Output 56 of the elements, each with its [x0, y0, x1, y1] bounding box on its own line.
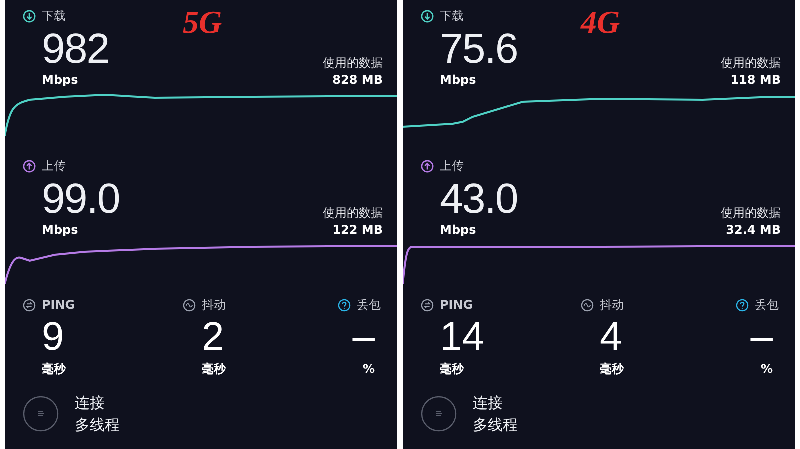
data-used-label: 使用的数据 — [323, 55, 383, 72]
metric-value: 14 — [439, 314, 486, 360]
speed-unit: Mbps — [440, 72, 478, 88]
metric-label: 丢包 — [755, 296, 779, 314]
data-used-value: 32.4 MB — [726, 222, 781, 238]
connection-value: 多线程 — [473, 415, 518, 436]
metric-label: 丢包 — [357, 296, 381, 314]
download-icon — [23, 10, 36, 22]
speed-unit: Mbps — [42, 222, 80, 238]
metric-unit: 毫秒 — [599, 361, 626, 378]
ping-icon — [421, 298, 434, 312]
upload-icon — [421, 160, 434, 172]
data-used-label: 使用的数据 — [721, 205, 781, 222]
speed-value: 43.0 — [440, 176, 518, 222]
wave-icon — [183, 298, 196, 312]
metric-unit: % — [760, 361, 774, 378]
metric-value: 9 — [41, 314, 66, 360]
section-label: 下载 — [440, 8, 464, 24]
help-icon — [736, 298, 749, 312]
network-label: 5G — [183, 6, 222, 38]
metric-unit: % — [362, 361, 376, 378]
speed-value: 99.0 — [42, 176, 120, 222]
connection-label: 连接 — [75, 393, 106, 414]
speed-unit: Mbps — [440, 222, 478, 238]
connection-value: 多线程 — [75, 415, 120, 436]
upload-icon — [23, 160, 36, 172]
network-label: 4G — [581, 6, 620, 38]
metric-unit: 毫秒 — [439, 361, 466, 378]
help-icon — [338, 298, 351, 312]
metric-label: 抖动 — [600, 296, 624, 314]
metric-value: – — [352, 314, 376, 360]
connection-icon[interactable] — [421, 396, 457, 432]
connection-icon[interactable] — [23, 396, 59, 432]
data-used-label: 使用的数据 — [323, 205, 383, 222]
download-icon — [421, 10, 434, 22]
data-used-value: 118 MB — [730, 72, 781, 88]
speed-value: 982 — [42, 26, 110, 72]
metric-label: PING — [42, 298, 76, 312]
section-label: 下载 — [42, 8, 66, 24]
metric-value: 2 — [201, 314, 226, 360]
section-label: 上传 — [440, 158, 464, 174]
section-label: 上传 — [42, 158, 66, 174]
speed-value: 75.6 — [440, 26, 518, 72]
wave-icon — [581, 298, 594, 312]
metric-value: – — [750, 314, 774, 360]
metric-value: 4 — [599, 314, 624, 360]
metric-label: PING — [440, 298, 474, 312]
data-used-value: 828 MB — [332, 72, 383, 88]
connection-label: 连接 — [473, 393, 504, 414]
speed-unit: Mbps — [42, 72, 80, 88]
metric-label: 抖动 — [202, 296, 226, 314]
data-used-label: 使用的数据 — [721, 55, 781, 72]
ping-icon — [23, 298, 36, 312]
data-used-value: 122 MB — [332, 222, 383, 238]
metric-unit: 毫秒 — [41, 361, 68, 378]
metric-unit: 毫秒 — [201, 361, 228, 378]
